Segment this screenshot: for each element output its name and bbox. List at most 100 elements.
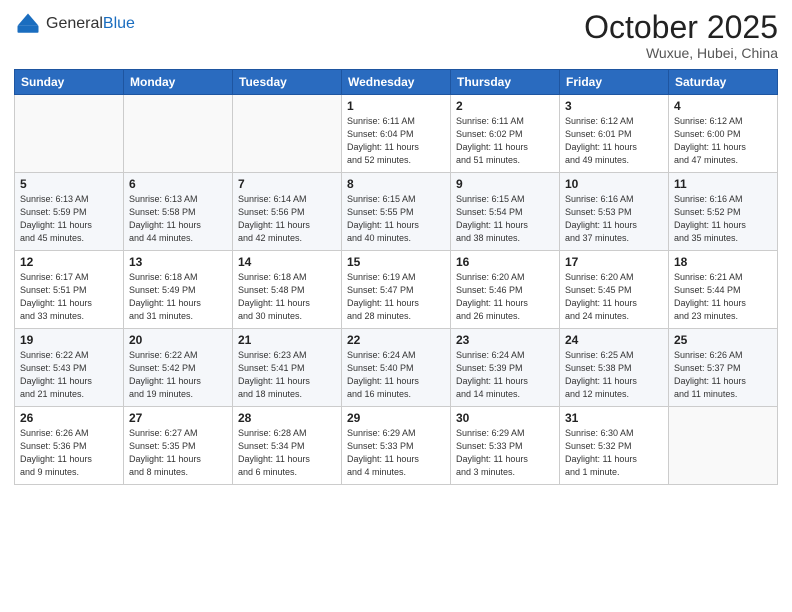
day-number: 18 [674,255,772,269]
day-info: Sunrise: 6:30 AMSunset: 5:32 PMDaylight:… [565,427,663,479]
day-number: 16 [456,255,554,269]
day-info: Sunrise: 6:28 AMSunset: 5:34 PMDaylight:… [238,427,336,479]
week-row-4: 19 Sunrise: 6:22 AMSunset: 5:43 PMDayligh… [15,329,778,407]
calendar-cell: 6Sunrise: 6:13 AMSunset: 5:58 PMDaylight… [124,173,233,251]
day-info: Sunrise: 6:25 AMSunset: 5:38 PMDaylight:… [565,349,663,401]
day-number: 27 [129,411,227,425]
day-number: 6 [129,177,227,191]
calendar-cell: 21Sunrise: 6:23 AMSunset: 5:41 PMDayligh… [233,329,342,407]
day-number: 26 [20,411,118,425]
day-info: Sunrise: 6:22 AMSunset: 5:42 PMDaylight:… [129,349,227,401]
day-number: 2 [456,99,554,113]
weekday-header-monday: Monday [124,70,233,95]
day-info: Sunrise: 6:29 AMSunset: 5:33 PMDaylight:… [456,427,554,479]
calendar-cell [15,95,124,173]
day-number: 7 [238,177,336,191]
calendar-cell: 3 Sunrise: 6:12 AMSunset: 6:01 PMDaylight… [560,95,669,173]
calendar-cell: 17Sunrise: 6:20 AMSunset: 5:45 PMDayligh… [560,251,669,329]
day-info: Sunrise: 6:15 AMSunset: 5:55 PMDaylight:… [347,193,445,245]
calendar-cell [233,95,342,173]
day-info: Sunrise: 6:21 AMSunset: 5:44 PMDaylight:… [674,271,772,323]
logo-area: GeneralBlue [14,10,135,38]
calendar-cell: 31 Sunrise: 6:30 AMSunset: 5:32 PMDayligh… [560,407,669,485]
day-number: 28 [238,411,336,425]
day-number: 21 [238,333,336,347]
day-number: 31 [565,411,663,425]
week-row-2: 5Sunrise: 6:13 AMSunset: 5:59 PMDaylight… [15,173,778,251]
day-info: Sunrise: 6:14 AMSunset: 5:56 PMDaylight:… [238,193,336,245]
logo-general: General [46,15,103,32]
page: GeneralBlue October 2025 Wuxue, Hubei, C… [0,0,792,612]
calendar-cell: 15 Sunrise: 6:19 AMSunset: 5:47 PMDayligh… [342,251,451,329]
calendar-cell: 27 Sunrise: 6:27 AMSunset: 5:35 PMDayligh… [124,407,233,485]
weekday-header-row: SundayMondayTuesdayWednesdayThursdayFrid… [15,70,778,95]
day-info: Sunrise: 6:18 AMSunset: 5:48 PMDaylight:… [238,271,336,323]
calendar-cell: 22Sunrise: 6:24 AMSunset: 5:40 PMDayligh… [342,329,451,407]
calendar-cell: 10 Sunrise: 6:16 AMSunset: 5:53 PMDayligh… [560,173,669,251]
day-info: Sunrise: 6:22 AMSunset: 5:43 PMDaylight:… [20,349,118,401]
day-number: 3 [565,99,663,113]
day-number: 24 [565,333,663,347]
day-info: Sunrise: 6:29 AMSunset: 5:33 PMDaylight:… [347,427,445,479]
day-info: Sunrise: 6:27 AMSunset: 5:35 PMDaylight:… [129,427,227,479]
day-info: Sunrise: 6:16 AMSunset: 5:53 PMDaylight:… [565,193,663,245]
day-info: Sunrise: 6:20 AMSunset: 5:46 PMDaylight:… [456,271,554,323]
calendar-cell: 13 Sunrise: 6:18 AMSunset: 5:49 PMDayligh… [124,251,233,329]
calendar-cell: 20Sunrise: 6:22 AMSunset: 5:42 PMDayligh… [124,329,233,407]
day-number: 1 [347,99,445,113]
calendar-cell: 23Sunrise: 6:24 AMSunset: 5:39 PMDayligh… [451,329,560,407]
calendar-cell [669,407,778,485]
logo-blue: Blue [103,15,135,32]
day-number: 10 [565,177,663,191]
day-info: Sunrise: 6:20 AMSunset: 5:45 PMDaylight:… [565,271,663,323]
calendar-cell: 24 Sunrise: 6:25 AMSunset: 5:38 PMDayligh… [560,329,669,407]
calendar-cell: 26Sunrise: 6:26 AMSunset: 5:36 PMDayligh… [15,407,124,485]
calendar-cell: 9 Sunrise: 6:15 AMSunset: 5:54 PMDaylight… [451,173,560,251]
calendar-cell: 5Sunrise: 6:13 AMSunset: 5:59 PMDaylight… [15,173,124,251]
calendar-cell: 8Sunrise: 6:15 AMSunset: 5:55 PMDaylight… [342,173,451,251]
day-info: Sunrise: 6:15 AMSunset: 5:54 PMDaylight:… [456,193,554,245]
weekday-header-wednesday: Wednesday [342,70,451,95]
day-number: 14 [238,255,336,269]
day-info: Sunrise: 6:12 AMSunset: 6:01 PMDaylight:… [565,115,663,167]
day-number: 4 [674,99,772,113]
day-info: Sunrise: 6:11 AMSunset: 6:02 PMDaylight:… [456,115,554,167]
day-number: 23 [456,333,554,347]
week-row-5: 26Sunrise: 6:26 AMSunset: 5:36 PMDayligh… [15,407,778,485]
day-info: Sunrise: 6:18 AMSunset: 5:49 PMDaylight:… [129,271,227,323]
calendar-table: SundayMondayTuesdayWednesdayThursdayFrid… [14,69,778,485]
day-number: 30 [456,411,554,425]
day-number: 11 [674,177,772,191]
logo-icon [14,10,42,38]
calendar-cell: 30 Sunrise: 6:29 AMSunset: 5:33 PMDayligh… [451,407,560,485]
day-number: 15 [347,255,445,269]
calendar-cell: 14 Sunrise: 6:18 AMSunset: 5:48 PMDayligh… [233,251,342,329]
calendar-cell: 16 Sunrise: 6:20 AMSunset: 5:46 PMDayligh… [451,251,560,329]
calendar-cell: 28 Sunrise: 6:28 AMSunset: 5:34 PMDayligh… [233,407,342,485]
weekday-header-thursday: Thursday [451,70,560,95]
day-info: Sunrise: 6:26 AMSunset: 5:37 PMDaylight:… [674,349,772,401]
day-info: Sunrise: 6:19 AMSunset: 5:47 PMDaylight:… [347,271,445,323]
header: GeneralBlue October 2025 Wuxue, Hubei, C… [14,10,778,61]
day-info: Sunrise: 6:16 AMSunset: 5:52 PMDaylight:… [674,193,772,245]
calendar-cell [124,95,233,173]
day-info: Sunrise: 6:11 AMSunset: 6:04 PMDaylight:… [347,115,445,167]
day-number: 13 [129,255,227,269]
week-row-1: 1 Sunrise: 6:11 AMSunset: 6:04 PMDaylight… [15,95,778,173]
weekday-header-sunday: Sunday [15,70,124,95]
title-area: October 2025 Wuxue, Hubei, China [584,10,778,61]
day-number: 19 [20,333,118,347]
weekday-header-friday: Friday [560,70,669,95]
calendar-cell: 11 Sunrise: 6:16 AMSunset: 5:52 PMDayligh… [669,173,778,251]
day-number: 25 [674,333,772,347]
day-info: Sunrise: 6:17 AMSunset: 5:51 PMDaylight:… [20,271,118,323]
calendar-cell: 18 Sunrise: 6:21 AMSunset: 5:44 PMDayligh… [669,251,778,329]
day-info: Sunrise: 6:12 AMSunset: 6:00 PMDaylight:… [674,115,772,167]
day-number: 9 [456,177,554,191]
day-number: 29 [347,411,445,425]
logo-text: GeneralBlue [46,15,135,33]
day-info: Sunrise: 6:13 AMSunset: 5:59 PMDaylight:… [20,193,118,245]
calendar-cell: 7 Sunrise: 6:14 AMSunset: 5:56 PMDaylight… [233,173,342,251]
day-number: 12 [20,255,118,269]
calendar-cell: 29 Sunrise: 6:29 AMSunset: 5:33 PMDayligh… [342,407,451,485]
